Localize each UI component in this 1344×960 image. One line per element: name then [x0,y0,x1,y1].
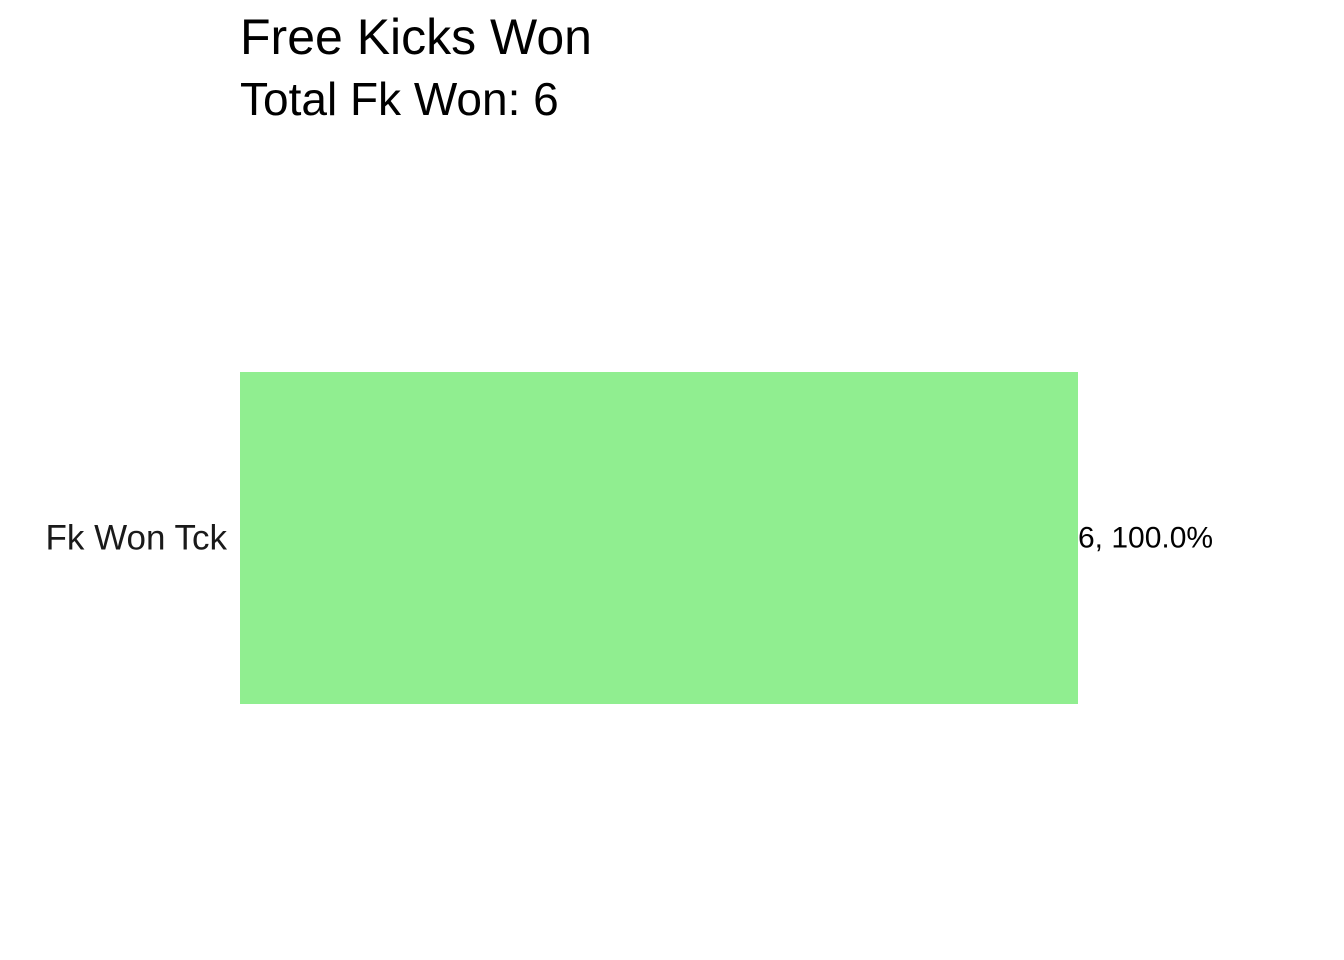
category-label: Fk Won Tck [45,519,227,558]
chart-marks: Fk Won Tck 6, 100.0% [45,372,1213,704]
data-label: 6, 100.0% [1078,522,1213,555]
bar-0 [240,372,1078,704]
bar-chart: Fk Won Tck 6, 100.0% [45,372,1213,704]
